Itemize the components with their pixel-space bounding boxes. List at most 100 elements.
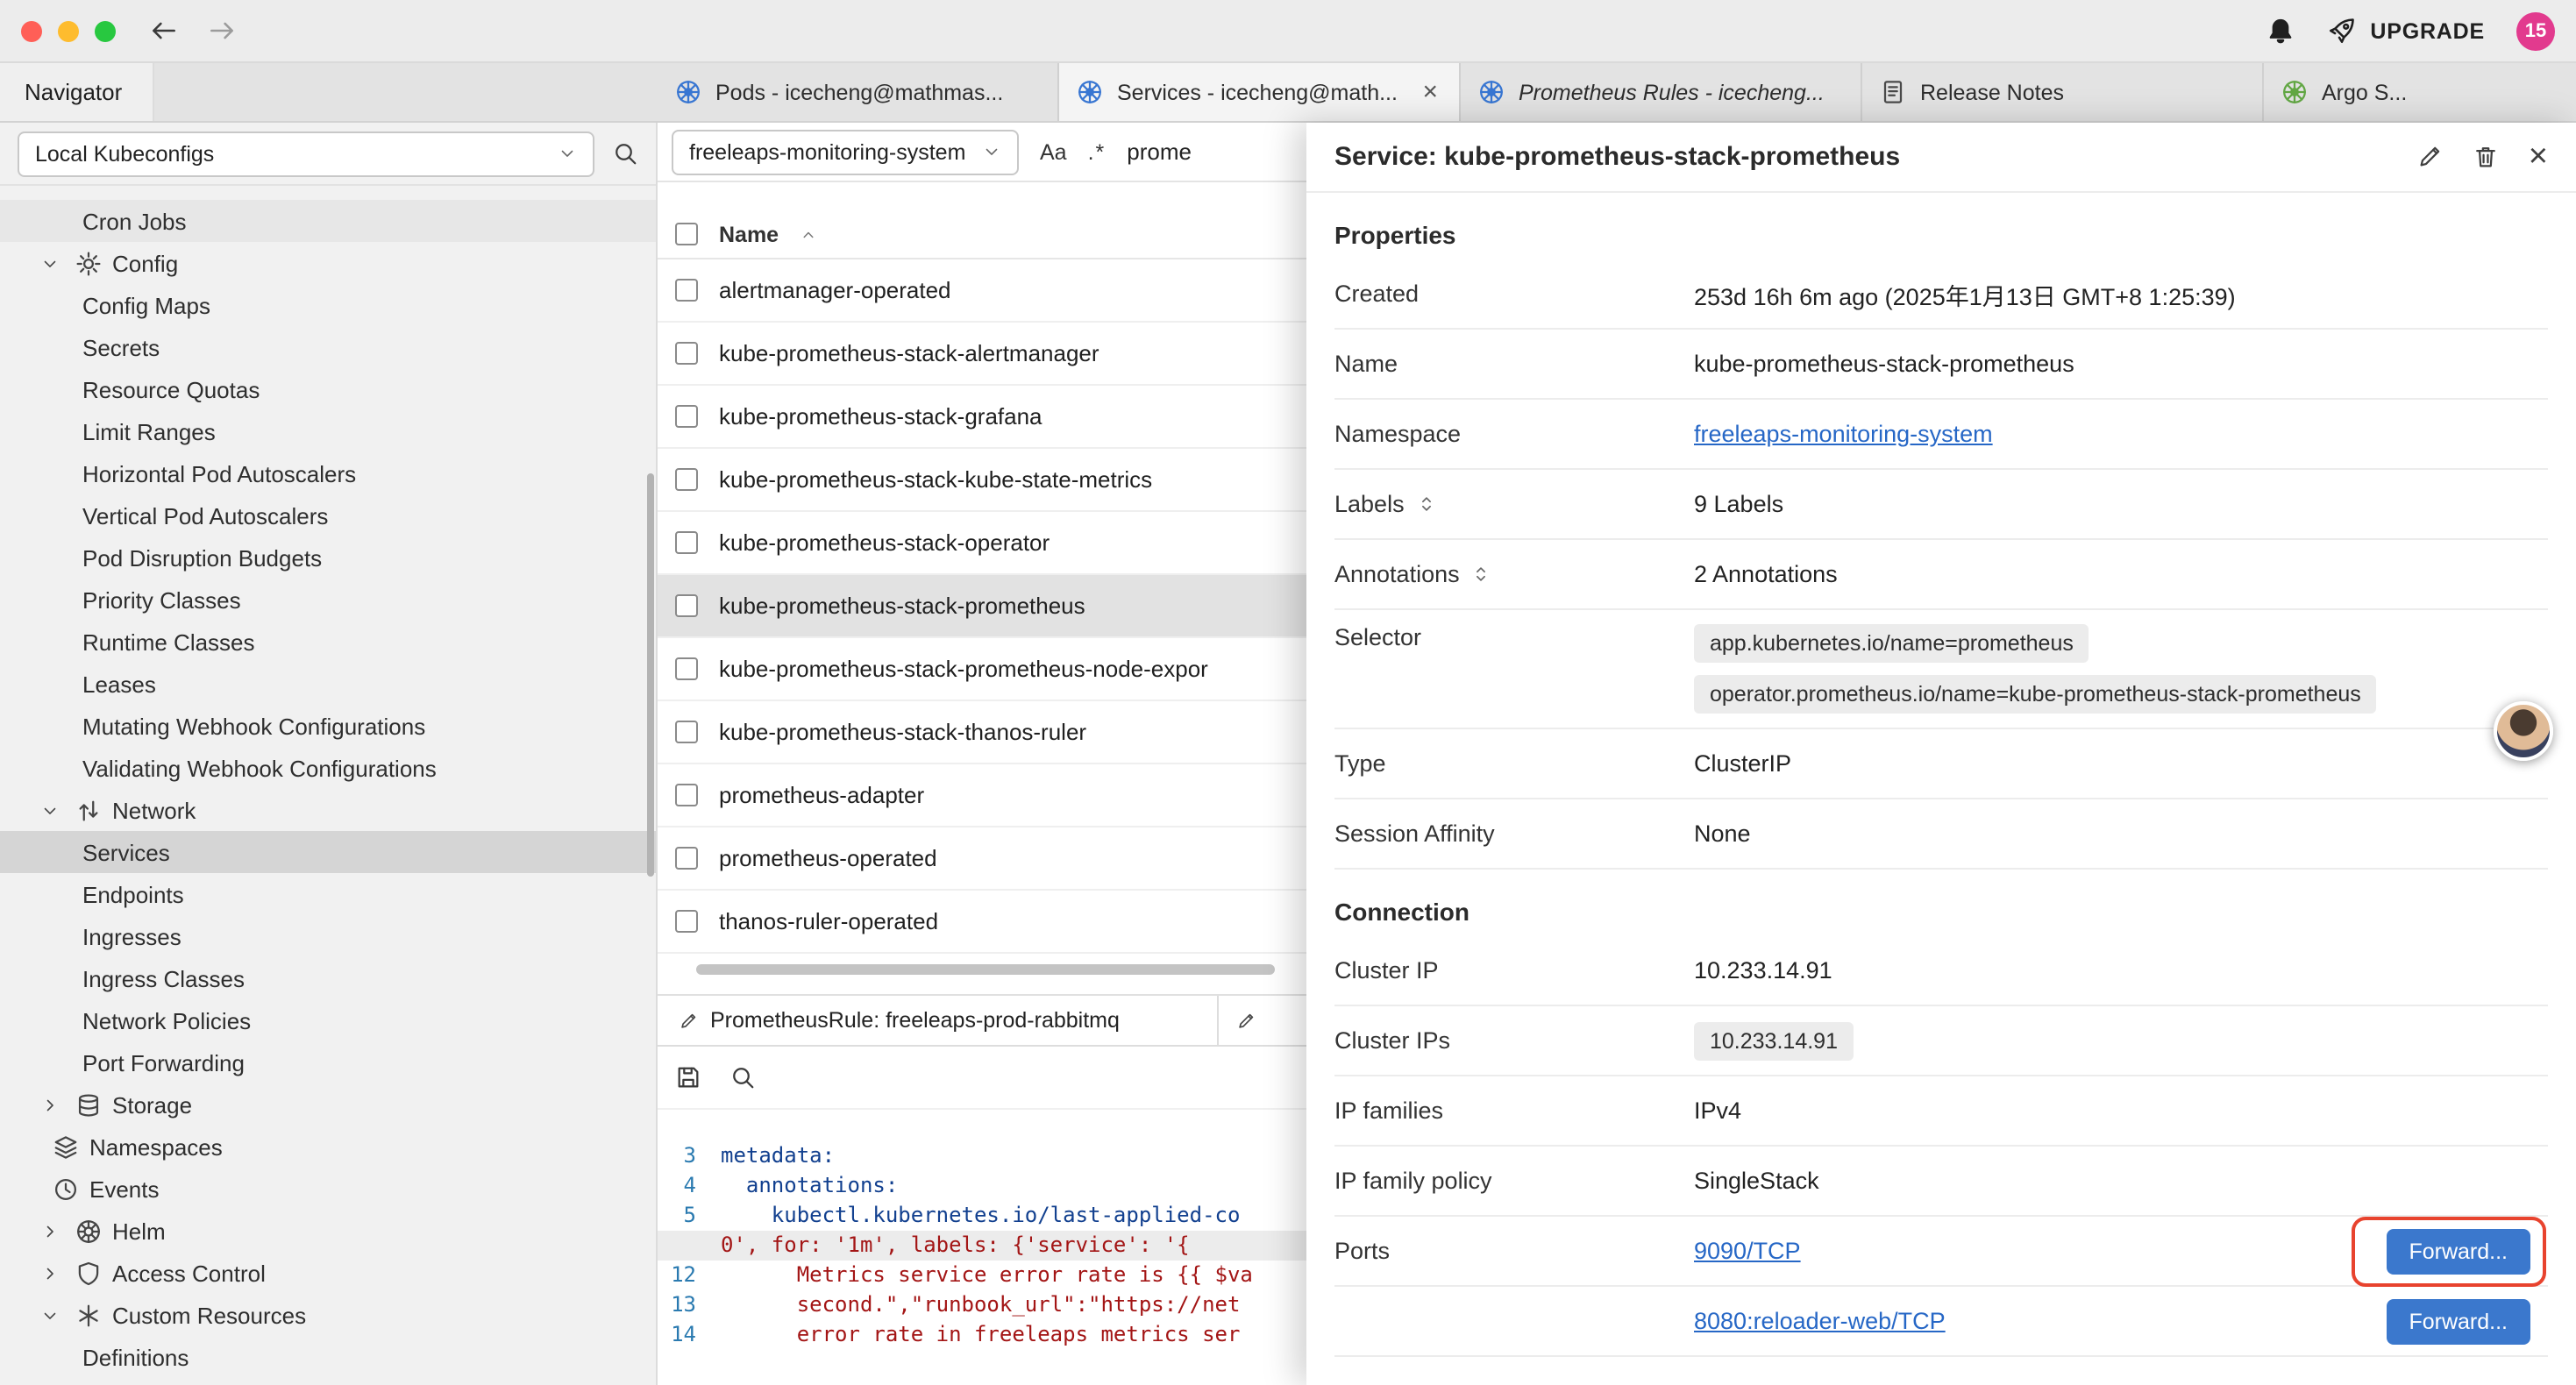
row-checkbox[interactable] <box>675 531 698 554</box>
tab-argo-s[interactable]: Argo S... <box>2264 63 2576 121</box>
sidebar-item-label: Network Policies <box>82 1007 251 1033</box>
tab-prometheus-rules-icecheng[interactable]: Prometheus Rules - icecheng... <box>1461 63 1862 121</box>
forward-icon[interactable] <box>207 16 237 46</box>
sidebar-item-resource-quotas[interactable]: Resource Quotas <box>0 368 656 410</box>
zoom-window-button[interactable] <box>95 20 116 41</box>
tab-label: Pods - icecheng@mathmas... <box>715 80 1040 104</box>
sort-ascending-icon[interactable] <box>800 225 817 243</box>
sidebar-item-validating-webhook-configurations[interactable]: Validating Webhook Configurations <box>0 747 656 789</box>
close-drawer-icon[interactable]: × <box>2529 140 2548 174</box>
minimize-window-button[interactable] <box>58 20 79 41</box>
sidebar-item-secrets[interactable]: Secrets <box>0 326 656 368</box>
sidebar-item-ingresses[interactable]: Ingresses <box>0 915 656 957</box>
row-checkbox[interactable] <box>675 342 698 365</box>
row-checkbox[interactable] <box>675 721 698 743</box>
sidebar-item-leases[interactable]: Leases <box>0 663 656 705</box>
sidebar-item-events[interactable]: Events <box>0 1168 656 1210</box>
sidebar-item-runtime-classes[interactable]: Runtime Classes <box>0 621 656 663</box>
horizontal-scrollbar-thumb[interactable] <box>696 964 1275 975</box>
yaml-editor[interactable]: 3metadata:4 annotations:5 kubectl.kubern… <box>658 1110 1306 1385</box>
sidebar-item-helm[interactable]: Helm <box>0 1210 656 1252</box>
namespace-select[interactable]: freeleaps-monitoring-system <box>672 129 1019 174</box>
name-column-header[interactable]: Name <box>719 222 779 246</box>
notifications-bell-icon[interactable] <box>2265 16 2295 46</box>
table-row-thanos-ruler-operated[interactable]: thanos-ruler-operated <box>658 891 1306 954</box>
floating-avatar[interactable] <box>2494 701 2553 761</box>
close-window-button[interactable] <box>21 20 42 41</box>
sidebar-item-namespaces[interactable]: Namespaces <box>0 1126 656 1168</box>
sidebar-item-label: Leases <box>82 671 156 697</box>
editor-search-icon[interactable] <box>729 1064 756 1090</box>
row-checkbox[interactable] <box>675 405 698 428</box>
port-link[interactable]: 9090/TCP <box>1694 1238 1801 1264</box>
sidebar-item-definitions[interactable]: Definitions <box>0 1336 656 1378</box>
tab-pods-icecheng-mathmas[interactable]: Pods - icecheng@mathmas... <box>658 63 1059 121</box>
editor-toolbar <box>658 1047 1306 1110</box>
sidebar-item-pod-disruption-budgets[interactable]: Pod Disruption Budgets <box>0 536 656 579</box>
editor-tab-stub[interactable] <box>1219 996 1306 1045</box>
tab-services-icecheng-math[interactable]: Services - icecheng@math...× <box>1059 63 1461 121</box>
editor-tab-prometheusrule[interactable]: PrometheusRule: freeleaps-prod-rabbitmq <box>658 996 1219 1045</box>
table-row-kube-prometheus-stack-grafana[interactable]: kube-prometheus-stack-grafana <box>658 386 1306 449</box>
table-row-alertmanager-operated[interactable]: alertmanager-operated <box>658 259 1306 323</box>
table-row-kube-prometheus-stack-prometheus[interactable]: kube-prometheus-stack-prometheus <box>658 575 1306 638</box>
sidebar-item-port-forwarding[interactable]: Port Forwarding <box>0 1041 656 1083</box>
port-link[interactable]: 8080:reloader-web/TCP <box>1694 1308 1946 1334</box>
table-row-kube-prometheus-stack-thanos-ruler[interactable]: kube-prometheus-stack-thanos-ruler <box>658 701 1306 764</box>
code-line-number: 12 <box>658 1261 721 1290</box>
search-input[interactable]: prome <box>1127 138 1192 165</box>
table-row-kube-prometheus-stack-alertmanager[interactable]: kube-prometheus-stack-alertmanager <box>658 323 1306 386</box>
notification-count-badge[interactable]: 15 <box>2516 11 2555 50</box>
sidebar-item-network-policies[interactable]: Network Policies <box>0 999 656 1041</box>
sidebar-item-priority-classes[interactable]: Priority Classes <box>0 579 656 621</box>
drawer-row-created: Created253d 16h 6m ago (2025年1月13日 GMT+8… <box>1334 259 2548 330</box>
sidebar-item-horizontal-pod-autoscalers[interactable]: Horizontal Pod Autoscalers <box>0 452 656 494</box>
row-checkbox[interactable] <box>675 847 698 870</box>
edit-icon[interactable] <box>2416 144 2443 170</box>
row-checkbox[interactable] <box>675 910 698 933</box>
namespace-link[interactable]: freeleaps-monitoring-system <box>1694 421 1993 447</box>
sidebar-item-label: Services <box>82 839 170 865</box>
row-checkbox[interactable] <box>675 594 698 617</box>
horizontal-scrollbar[interactable] <box>658 961 1306 978</box>
forward-button[interactable]: Forward... <box>2386 1298 2530 1344</box>
sidebar-item-vertical-pod-autoscalers[interactable]: Vertical Pod Autoscalers <box>0 494 656 536</box>
forward-button[interactable]: Forward... <box>2386 1228 2530 1274</box>
tab-release-notes[interactable]: Release Notes <box>1862 63 2264 121</box>
select-all-checkbox[interactable] <box>675 223 698 245</box>
row-checkbox[interactable] <box>675 784 698 806</box>
sidebar-item-mutating-webhook-configurations[interactable]: Mutating Webhook Configurations <box>0 705 656 747</box>
search-icon[interactable] <box>612 140 638 167</box>
sidebar-item-access-control[interactable]: Access Control <box>0 1252 656 1294</box>
regex-toggle[interactable]: .* <box>1088 139 1107 164</box>
table-row-kube-prometheus-stack-operator[interactable]: kube-prometheus-stack-operator <box>658 512 1306 575</box>
table-row-prometheus-adapter[interactable]: prometheus-adapter <box>658 764 1306 827</box>
sidebar-item-network[interactable]: Network <box>0 789 656 831</box>
row-checkbox[interactable] <box>675 657 698 680</box>
tab-close-icon[interactable]: × <box>1419 77 1441 107</box>
row-checkbox[interactable] <box>675 279 698 302</box>
sidebar-item-config[interactable]: Config <box>0 242 656 284</box>
table-row-prometheus-operated[interactable]: prometheus-operated <box>658 827 1306 891</box>
back-icon[interactable] <box>149 16 179 46</box>
sidebar-item-limit-ranges[interactable]: Limit Ranges <box>0 410 656 452</box>
sidebar-item-storage[interactable]: Storage <box>0 1083 656 1126</box>
kubeconfig-select[interactable]: Local Kubeconfigs <box>18 131 594 176</box>
expand-icon[interactable] <box>1417 494 1436 514</box>
service-name: kube-prometheus-stack-prometheus-node-ex… <box>719 656 1208 682</box>
save-icon[interactable] <box>675 1064 701 1090</box>
sidebar-item-custom-resources[interactable]: Custom Resources <box>0 1294 656 1336</box>
sidebar-scrollbar[interactable] <box>647 473 654 877</box>
upgrade-button[interactable]: UPGRADE <box>2326 16 2485 46</box>
row-checkbox[interactable] <box>675 468 698 491</box>
match-case-toggle[interactable]: Aa <box>1040 139 1067 164</box>
sidebar-item-ingress-classes[interactable]: Ingress Classes <box>0 957 656 999</box>
table-row-kube-prometheus-stack-prometheus-node-expor[interactable]: kube-prometheus-stack-prometheus-node-ex… <box>658 638 1306 701</box>
sidebar-item-services[interactable]: Services <box>0 831 656 873</box>
delete-icon[interactable] <box>2473 144 2499 170</box>
expand-icon[interactable] <box>1472 565 1491 584</box>
sidebar-item-cron-jobs[interactable]: Cron Jobs <box>0 200 656 242</box>
sidebar-item-endpoints[interactable]: Endpoints <box>0 873 656 915</box>
sidebar-item-config-maps[interactable]: Config Maps <box>0 284 656 326</box>
table-row-kube-prometheus-stack-kube-state-metrics[interactable]: kube-prometheus-stack-kube-state-metrics <box>658 449 1306 512</box>
